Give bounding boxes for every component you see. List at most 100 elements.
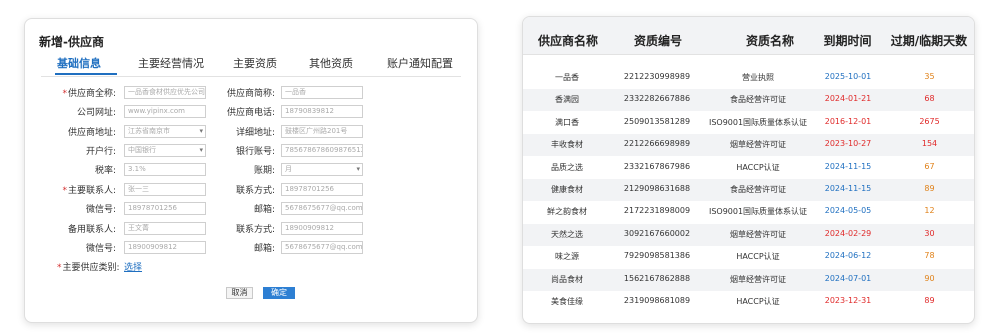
field-label-wechat: 微信号: bbox=[85, 205, 116, 215]
add-supplier-form: 新增-供应商 基础信息 主要经营情况 主要资质 其他资质 账户通知配置 *供应商… bbox=[24, 18, 478, 323]
cell-expiry-date: 2023-12-31 bbox=[824, 296, 872, 305]
tab-business-status[interactable]: 主要经营情况 bbox=[138, 55, 204, 71]
cell-days: 12 bbox=[924, 206, 935, 216]
detail-address-input[interactable]: 鼓楼区广州路201号 bbox=[281, 125, 363, 138]
website-input[interactable]: www.yipinx.com bbox=[124, 105, 206, 118]
cell-days: 30 bbox=[924, 228, 935, 238]
cell-supplier-name: 鲜之韵食材 bbox=[547, 207, 587, 217]
cell-qualification-code: 2212266698989 bbox=[623, 139, 691, 149]
cell-days: 89 bbox=[924, 184, 935, 193]
cell-qualification-name: 烟草经营许可证 bbox=[730, 140, 786, 150]
field-label-backup-contact: 备用联系人: bbox=[67, 225, 116, 235]
cell-expiry-date: 2016-12-01 bbox=[824, 116, 872, 126]
cell-days: 68 bbox=[924, 94, 935, 104]
field-label-supply-category: *主要供应类别: bbox=[57, 263, 120, 273]
address-select[interactable]: 江苏省南京市 bbox=[124, 125, 206, 138]
cell-qualification-name: HACCP认证 bbox=[736, 162, 780, 172]
header-expiry-date: 到期时间 bbox=[823, 34, 872, 48]
cell-qualification-code: 7929098581386 bbox=[623, 251, 691, 261]
cell-days: 89 bbox=[924, 296, 935, 305]
tab-account-notification[interactable]: 账户通知配置 bbox=[387, 55, 453, 71]
cell-qualification-name: HACCP认证 bbox=[736, 252, 780, 262]
cell-supplier-name: 丰收食材 bbox=[551, 140, 583, 150]
cell-qualification-code: 2332282667886 bbox=[623, 94, 691, 104]
table-row: 尚品食材 1562167862888 烟草经营许可证 2024-07-01 90 bbox=[523, 268, 974, 291]
field-label-detail-address: 详细地址: bbox=[235, 128, 275, 138]
cell-qualification-code: 2509013581289 bbox=[623, 116, 691, 126]
backup-contact-input[interactable]: 王文菁 bbox=[124, 222, 206, 235]
cell-qualification-code: 3092167660002 bbox=[623, 228, 691, 238]
cell-days: 35 bbox=[924, 72, 935, 81]
cell-qualification-code: 2129098631688 bbox=[623, 184, 691, 193]
table-row: 丰收食材 2212266698989 烟草经营许可证 2023-10-27 154 bbox=[523, 134, 974, 157]
cell-supplier-name: 一品香 bbox=[555, 73, 579, 82]
header-days: 过期/临期天数 bbox=[890, 34, 968, 48]
backup-phone-input[interactable]: 18900909812 bbox=[281, 222, 363, 235]
active-tab-indicator bbox=[55, 73, 117, 75]
table-row: 一品香 2212230998989 营业执照 2025-10-01 35 bbox=[523, 67, 974, 89]
phone-input[interactable]: 18790839812 bbox=[281, 105, 363, 118]
table-row: 鲜之韵食材 2172231898009 ISO9001国际质量体系认证 2024-05… bbox=[523, 201, 974, 223]
table-row: 健康食材 2129098631688 食品经营许可证 2024-11-15 89 bbox=[523, 179, 974, 201]
cell-qualification-code: 2212230998989 bbox=[623, 72, 691, 81]
cell-supplier-name: 天然之选 bbox=[551, 229, 583, 239]
header-supplier-name: 供应商名称 bbox=[538, 34, 599, 48]
bank-select[interactable]: 中国银行 bbox=[124, 144, 206, 157]
tab-main-qualifications[interactable]: 主要资质 bbox=[233, 55, 277, 71]
backup-email-input[interactable]: 5678675677@qq.com bbox=[281, 241, 363, 254]
field-label-contact-phone: 联系方式: bbox=[235, 186, 275, 196]
tab-basic-info[interactable]: 基础信息 bbox=[57, 55, 101, 71]
field-label-address: 供应商地址: bbox=[67, 128, 116, 138]
cell-supplier-name: 美食佳缘 bbox=[551, 297, 583, 306]
cell-qualification-code: 2319098681089 bbox=[623, 296, 691, 305]
table-row: 品质之选 2332167867986 HACCP认证 2024-11-15 67 bbox=[523, 157, 974, 179]
cell-supplier-name: 满口香 bbox=[555, 117, 579, 127]
tax-rate-input[interactable]: 3.1% bbox=[124, 163, 206, 176]
cell-expiry-date: 2023-10-27 bbox=[824, 139, 872, 149]
cell-supplier-name: 香满园 bbox=[555, 95, 579, 105]
cell-expiry-date: 2024-01-21 bbox=[824, 94, 872, 104]
cell-qualification-code: 2172231898009 bbox=[623, 206, 691, 216]
field-label-payment-term: 账期: bbox=[253, 166, 275, 176]
field-label-backup-phone: 联系方式: bbox=[235, 225, 275, 235]
field-label-backup-wechat: 微信号: bbox=[85, 244, 116, 254]
full-name-input[interactable]: 一品香食材供应优先公司 bbox=[124, 86, 206, 99]
confirm-button[interactable]: 确定 bbox=[263, 287, 295, 299]
short-name-input[interactable]: 一品香 bbox=[281, 86, 363, 99]
payment-term-select[interactable]: 月 bbox=[281, 163, 363, 176]
cell-qualification-name: 烟草经营许可证 bbox=[730, 229, 786, 239]
cell-expiry-date: 2024-11-15 bbox=[824, 184, 872, 193]
cell-expiry-date: 2024-02-29 bbox=[824, 228, 872, 238]
tab-other-qualifications[interactable]: 其他资质 bbox=[309, 55, 353, 71]
email-input[interactable]: 5678675677@qq.com bbox=[281, 202, 363, 215]
table-row: 美食佳缘 2319098681089 HACCP认证 2023-12-31 89 bbox=[523, 291, 974, 313]
cell-qualification-name: 食品经营许可证 bbox=[730, 185, 786, 194]
table-row: 味之源 7929098581386 HACCP认证 2024-06-12 78 bbox=[523, 246, 974, 268]
cell-qualification-code: 1562167862888 bbox=[623, 273, 691, 283]
select-category-link[interactable]: 选择 bbox=[124, 260, 142, 273]
form-tabs: 基础信息 主要经营情况 主要资质 其他资质 账户通知配置 bbox=[41, 55, 461, 77]
bank-account-input[interactable]: 7856786786098765126 bbox=[281, 144, 363, 157]
cell-days: 67 bbox=[924, 161, 935, 171]
table-row: 香满园 2332282667886 食品经营许可证 2024-01-21 68 bbox=[523, 89, 974, 112]
cell-days: 90 bbox=[924, 273, 935, 283]
field-label-tax-rate: 税率: bbox=[94, 166, 116, 176]
cancel-button[interactable]: 取消 bbox=[226, 287, 253, 299]
contact-phone-input[interactable]: 18978701256 bbox=[281, 183, 363, 196]
cell-supplier-name: 尚品食材 bbox=[551, 274, 583, 284]
field-label-website: 公司网址: bbox=[76, 108, 116, 118]
field-label-backup-email: 邮箱: bbox=[253, 244, 275, 254]
cell-expiry-date: 2024-06-12 bbox=[824, 251, 872, 261]
wechat-input[interactable]: 18978701256 bbox=[124, 202, 206, 215]
field-label-bank-account: 银行账号: bbox=[235, 147, 275, 157]
field-label-short-name: 供应商简称: bbox=[226, 89, 275, 99]
cell-expiry-date: 2025-10-01 bbox=[824, 72, 872, 81]
qualification-table: 供应商名称 资质编号 资质名称 到期时间 过期/临期天数 一品香 22122309… bbox=[522, 16, 975, 324]
cell-days: 78 bbox=[924, 251, 935, 261]
table-row: 满口香 2509013581289 ISO9001国际质量体系认证 2016-12-0… bbox=[523, 112, 974, 134]
cell-qualification-name: 食品经营许可证 bbox=[730, 95, 786, 105]
cell-expiry-date: 2024-07-01 bbox=[824, 273, 872, 283]
backup-wechat-input[interactable]: 18900909812 bbox=[124, 241, 206, 254]
cell-days: 154 bbox=[921, 139, 938, 149]
main-contact-input[interactable]: 张一三 bbox=[124, 183, 206, 196]
